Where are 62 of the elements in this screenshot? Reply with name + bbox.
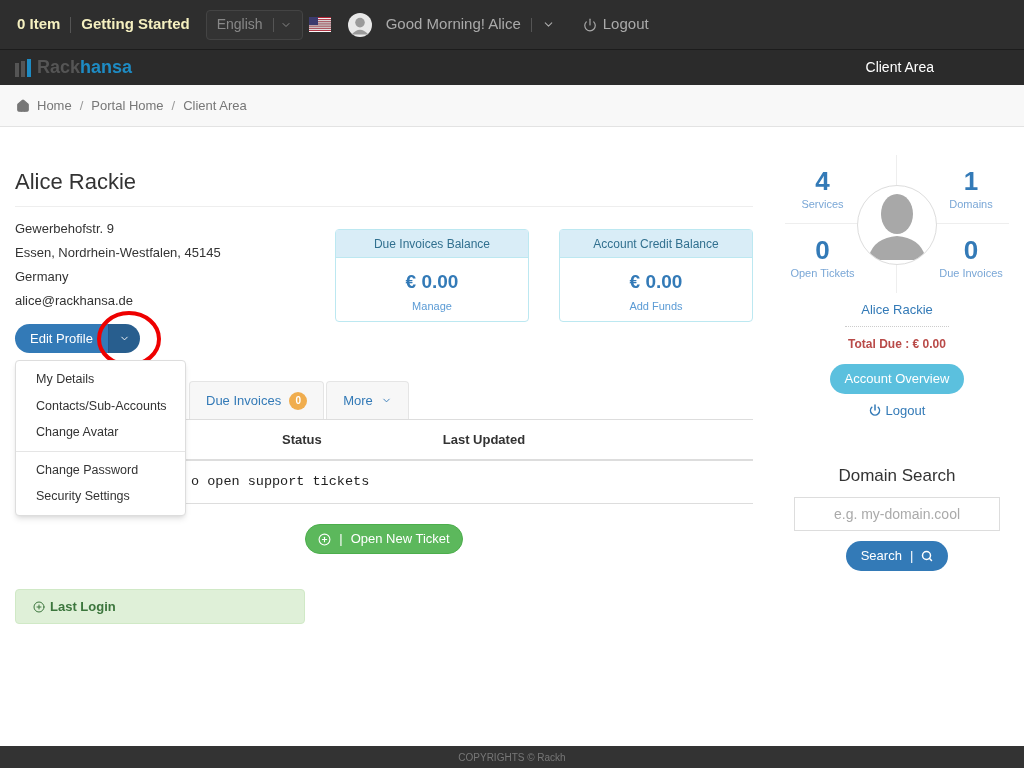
open-ticket-button[interactable]: | Open New Ticket xyxy=(305,524,463,554)
menu-item[interactable]: My Details xyxy=(16,366,185,393)
balance-amount: € 0.00 xyxy=(405,270,459,294)
greeting-menu[interactable]: Good Morning! Alice xyxy=(385,13,521,36)
stat-value: 1 xyxy=(963,165,979,196)
logout-link[interactable]: Logout xyxy=(582,13,649,36)
breadcrumb-link[interactable]: Portal Home xyxy=(91,95,164,116)
total-due: Total Due : € 0.00 xyxy=(848,335,946,353)
balance-amount: € 0.00 xyxy=(629,270,683,294)
stat-label[interactable]: Services xyxy=(801,195,844,213)
section-title: Domain Search xyxy=(838,465,956,487)
menu-item[interactable]: Change Password xyxy=(16,456,185,483)
menu-item[interactable]: Change Avatar xyxy=(16,419,185,446)
plus-circle-icon xyxy=(318,532,332,546)
breadcrumb-separator: / xyxy=(79,96,84,115)
count-badge: 0 xyxy=(289,391,308,410)
dropdown-toggle[interactable] xyxy=(107,324,140,353)
flag-icon xyxy=(308,17,331,32)
plus-circle-icon xyxy=(33,600,45,613)
stat-value: 0 xyxy=(963,235,979,266)
domain-search-field[interactable]: e.g. my-domain.cool xyxy=(794,496,1000,531)
menu-item[interactable]: Security Settings xyxy=(16,483,185,510)
client-name-link[interactable]: Alice Rackie xyxy=(845,300,949,327)
card-link[interactable]: Manage xyxy=(412,297,452,314)
home-icon xyxy=(16,98,30,113)
logout-link[interactable]: Logout xyxy=(868,400,926,420)
card-title: Due Invoices Balance xyxy=(373,235,491,253)
stat-label[interactable]: Open Tickets xyxy=(790,265,855,282)
button-divider: | xyxy=(339,530,343,549)
breadcrumb-link[interactable]: Home xyxy=(37,95,72,116)
breadcrumb-separator: / xyxy=(171,96,176,115)
nav-link[interactable]: Client Area xyxy=(865,57,934,78)
address-line: Gewerbehofstr. 9 xyxy=(15,220,115,238)
language-select[interactable]: English xyxy=(205,9,303,40)
last-login-panel[interactable]: Last Login xyxy=(15,589,305,624)
stat-label[interactable]: Due Invoices xyxy=(939,265,1003,282)
tab[interactable]: Due Invoices 0 xyxy=(189,381,325,419)
profile-name: Alice Rackie xyxy=(15,169,137,194)
stat-value: 4 xyxy=(815,165,830,196)
column-header: Status xyxy=(282,430,322,449)
edit-profile-button[interactable]: Edit Profile xyxy=(15,324,108,353)
menu-item[interactable]: Contacts/Sub-Accounts xyxy=(16,392,185,419)
getting-started-link[interactable]: Getting Started xyxy=(81,13,190,36)
power-icon xyxy=(868,404,881,417)
cart-link[interactable]: 0 Item xyxy=(17,13,61,36)
column-header: Last Updated xyxy=(442,430,526,449)
address-line: alice@rackhansa.de xyxy=(15,292,134,310)
search-icon xyxy=(921,549,934,562)
logo-bars-icon xyxy=(15,58,34,77)
tab[interactable]: More xyxy=(326,381,409,419)
address-line: Germany xyxy=(15,268,70,286)
button-divider: | xyxy=(909,546,914,565)
copyright-text: COPYRIGHTS © Rackh xyxy=(458,750,566,765)
card-title: Account Credit Balance xyxy=(593,235,719,253)
power-icon xyxy=(582,17,597,32)
stat-value: 0 xyxy=(815,235,830,266)
empty-message: o open support tickets xyxy=(191,472,370,491)
stat-label[interactable]: Domains xyxy=(949,195,993,213)
search-button[interactable]: Search | xyxy=(845,540,949,571)
card-link[interactable]: Add Funds xyxy=(629,297,683,314)
address-line: Essen, Nordrhein-Westfalen, 45145 xyxy=(15,244,222,262)
avatar-icon xyxy=(347,12,372,37)
